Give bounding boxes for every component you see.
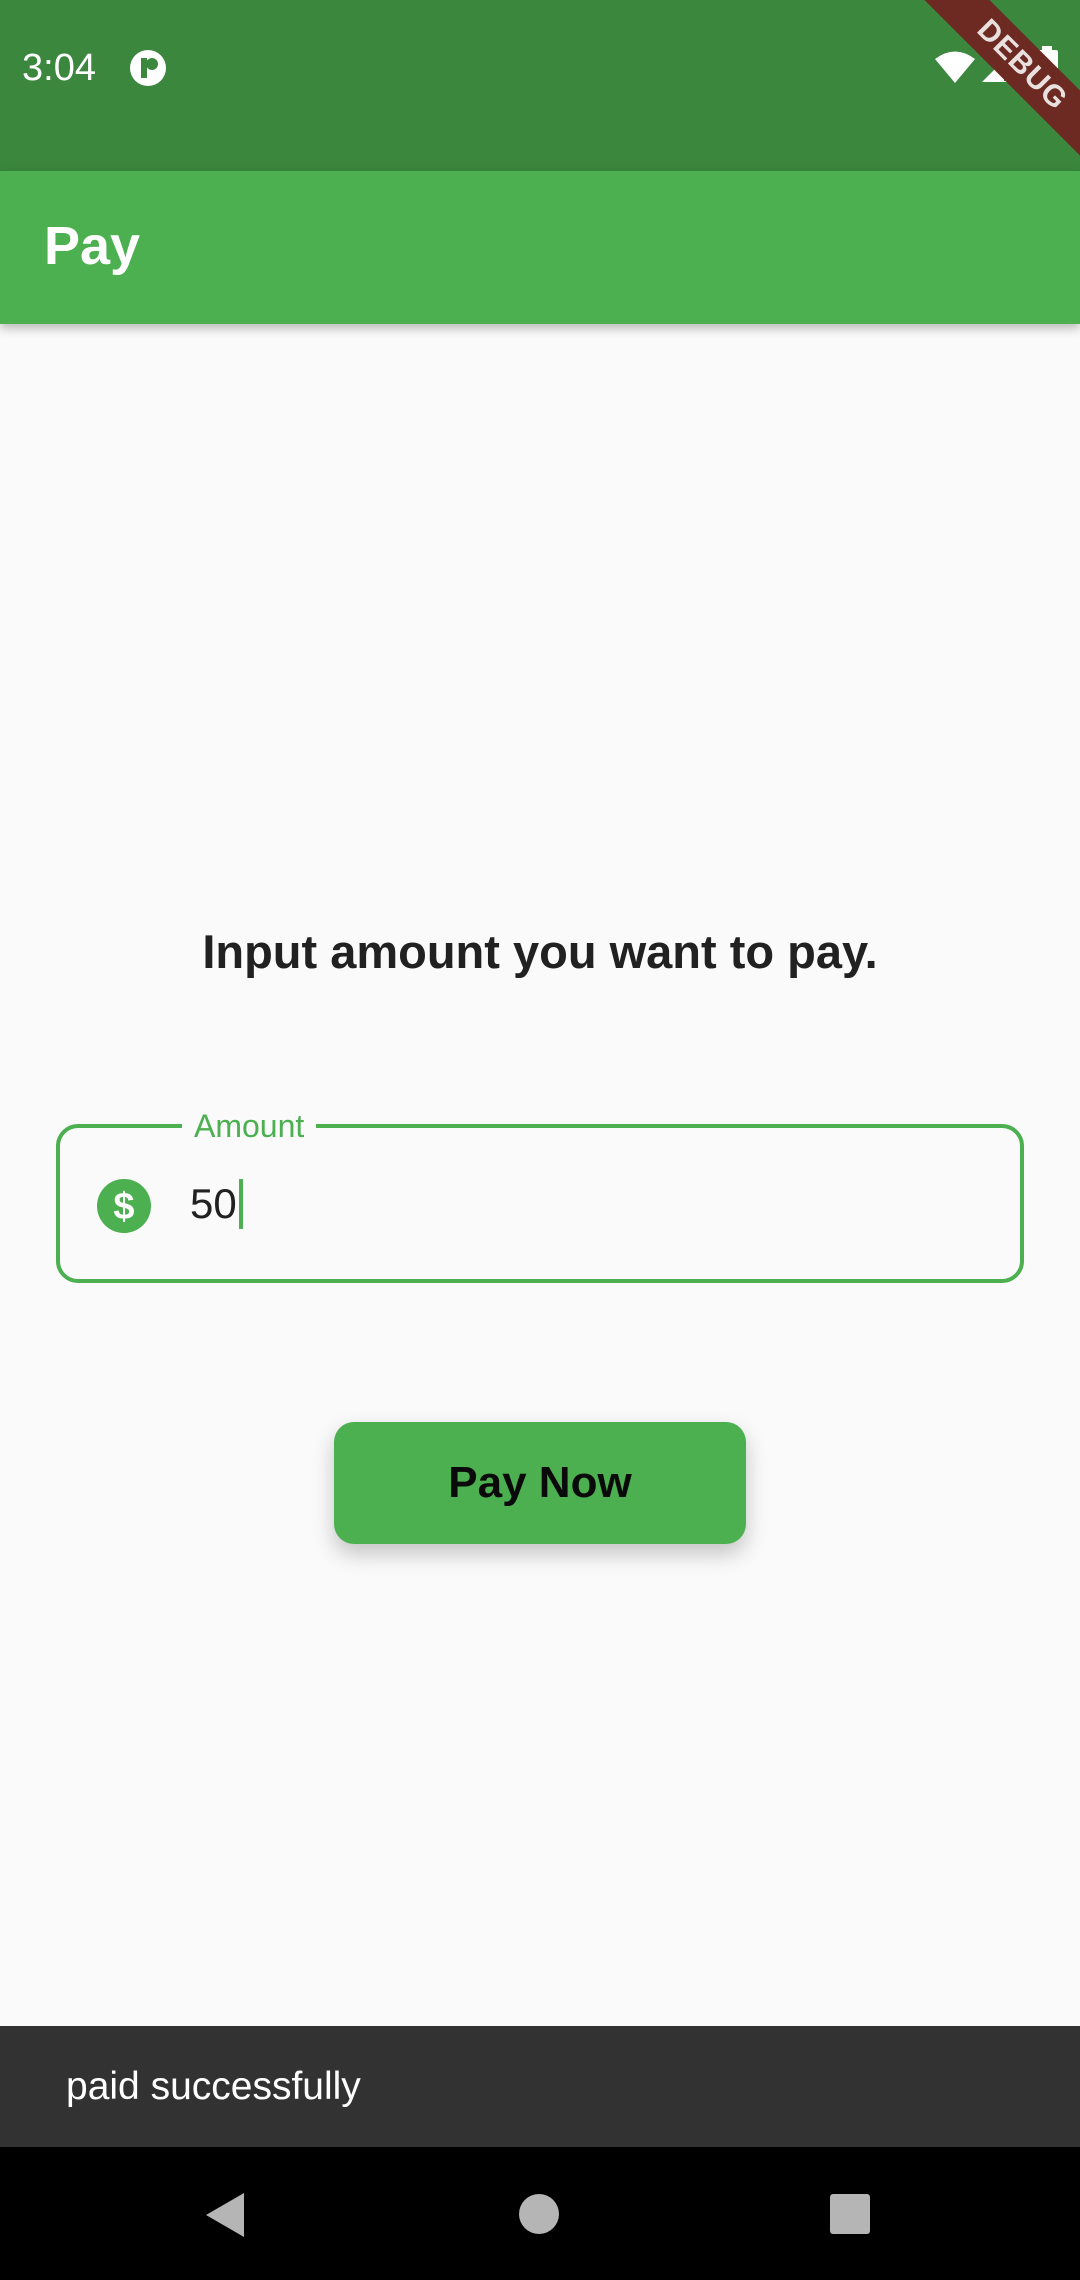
app-bar: Pay	[0, 171, 1080, 324]
pay-now-button[interactable]: Pay Now	[334, 1422, 746, 1544]
amount-input-value: 50	[190, 1180, 237, 1227]
page-title: Pay	[44, 216, 141, 276]
snackbar: paid successfully	[0, 2026, 1080, 2147]
home-circle-icon[interactable]	[518, 2193, 560, 2235]
pay-prompt: Input amount you want to pay.	[202, 925, 878, 978]
snackbar-message: paid successfully	[66, 2065, 361, 2108]
status-bar: 3:04	[0, 0, 1080, 171]
amount-field[interactable]: Amount $ 50	[56, 1106, 1024, 1283]
amount-input[interactable]: 50	[190, 1176, 243, 1232]
svg-text:$: $	[113, 1186, 134, 1228]
status-time: 3:04	[22, 47, 96, 89]
amount-field-label: Amount	[182, 1106, 317, 1146]
back-triangle-icon[interactable]	[204, 2191, 248, 2239]
wifi-icon	[935, 51, 975, 83]
cell-signal-icon	[982, 50, 1014, 82]
recents-square-icon[interactable]	[829, 2193, 871, 2235]
dollar-icon: $	[97, 1179, 151, 1233]
battery-icon	[1036, 46, 1058, 84]
app-notification-icon	[130, 50, 166, 86]
system-nav-bar	[0, 2147, 1080, 2280]
text-cursor	[238, 1178, 243, 1229]
